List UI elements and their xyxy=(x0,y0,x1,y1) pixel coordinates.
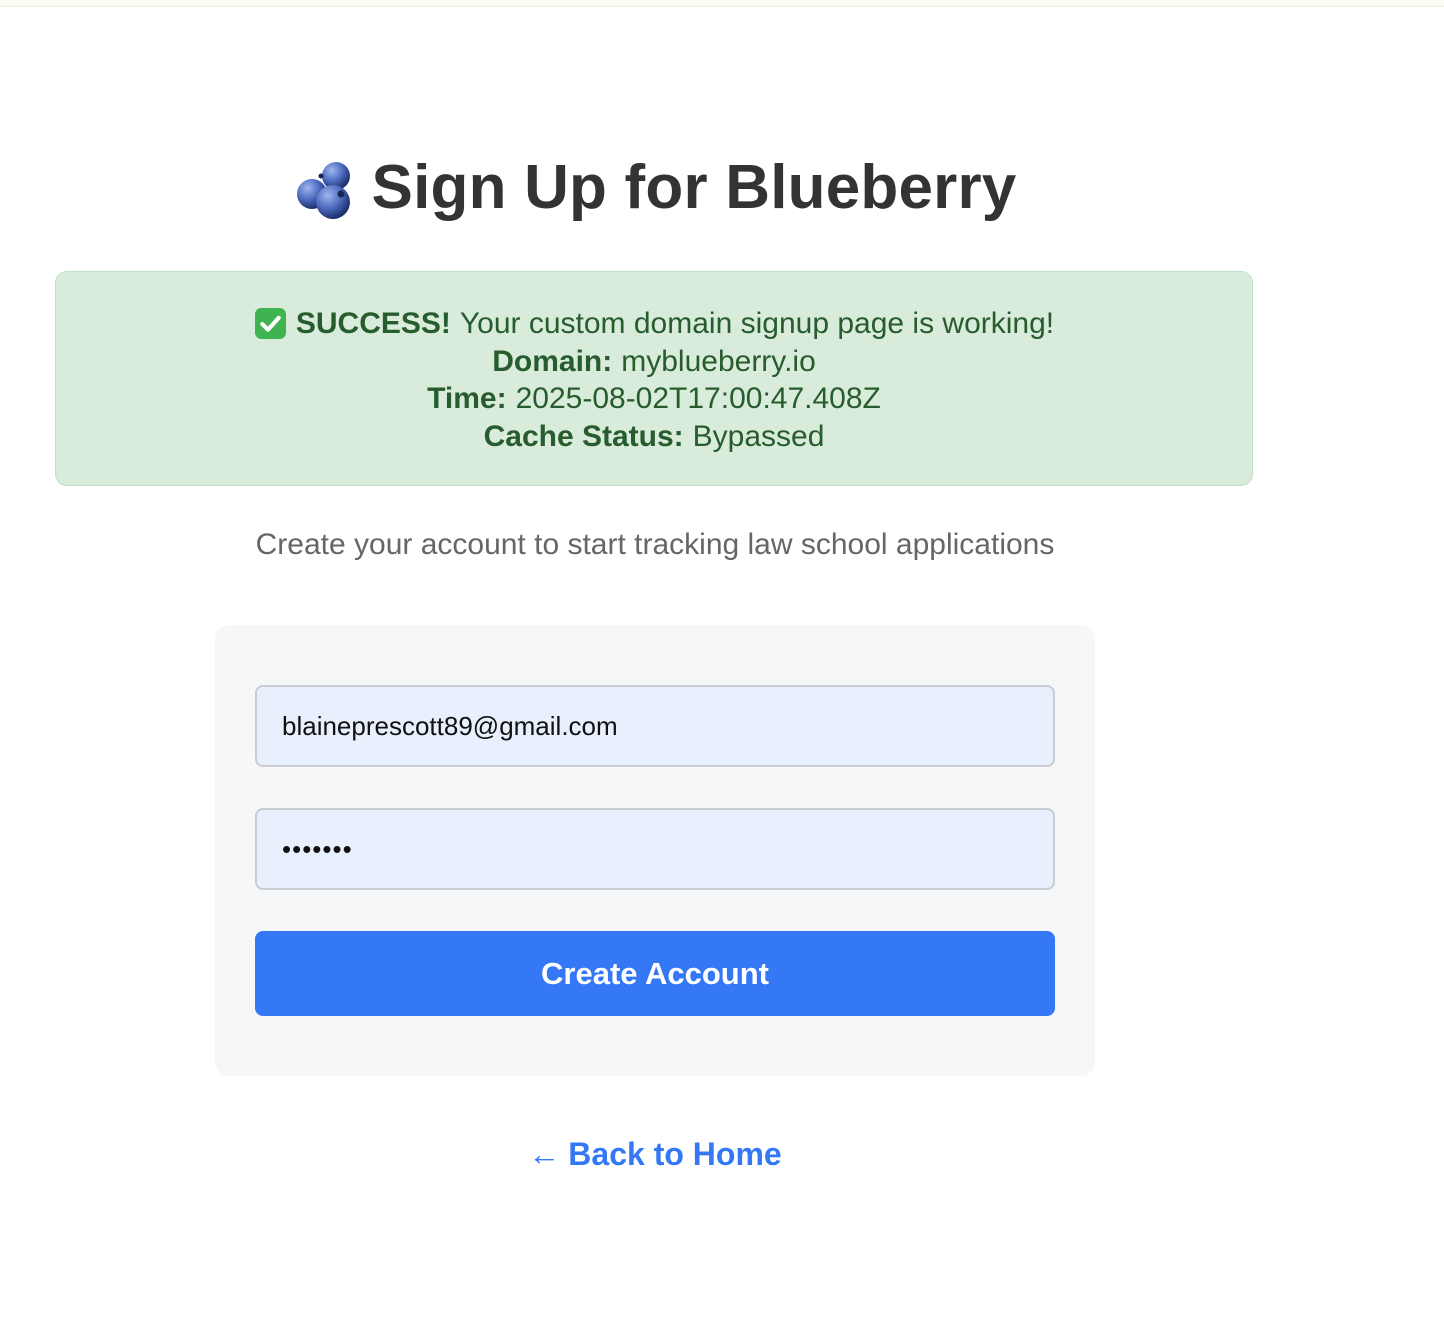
page-subtitle: Create your account to start tracking la… xyxy=(255,528,1055,561)
cache-status-label: Cache Status: xyxy=(483,419,684,453)
back-to-home-link[interactable]: ← Back to Home xyxy=(0,1133,1310,1175)
back-arrow-icon: ← xyxy=(528,1136,561,1172)
page-title: Sign Up for Blueberry xyxy=(371,153,1017,222)
success-heading: SUCCESS! xyxy=(295,307,451,340)
blueberry-icon xyxy=(296,162,350,219)
cache-status-value: Bypassed xyxy=(692,419,825,453)
email-field[interactable] xyxy=(255,685,1055,767)
time-label: Time: xyxy=(427,382,507,415)
success-message: Your custom domain signup page is workin… xyxy=(459,307,1055,340)
domain-line: Domain: myblueberry.io xyxy=(56,343,1252,381)
page-header: Sign Up for Blueberry xyxy=(0,150,1310,226)
success-banner: SUCCESS! Your custom domain signup page … xyxy=(55,271,1253,486)
password-field[interactable] xyxy=(255,808,1055,890)
check-mark-icon xyxy=(254,308,286,340)
back-to-home-label: Back to Home xyxy=(568,1136,782,1172)
time-line: Time: 2025-08-02T17:00:47.408Z xyxy=(56,380,1252,418)
time-value: 2025-08-02T17:00:47.408Z xyxy=(515,382,881,415)
create-account-button[interactable]: Create Account xyxy=(255,931,1055,1016)
cache-status-line: Cache Status: Bypassed xyxy=(56,418,1252,456)
signup-form: Create Account xyxy=(215,625,1095,1076)
top-strip xyxy=(0,0,1444,7)
domain-value: myblueberry.io xyxy=(621,344,816,378)
success-message-line: SUCCESS! Your custom domain signup page … xyxy=(56,305,1252,343)
domain-label: Domain: xyxy=(492,344,613,378)
